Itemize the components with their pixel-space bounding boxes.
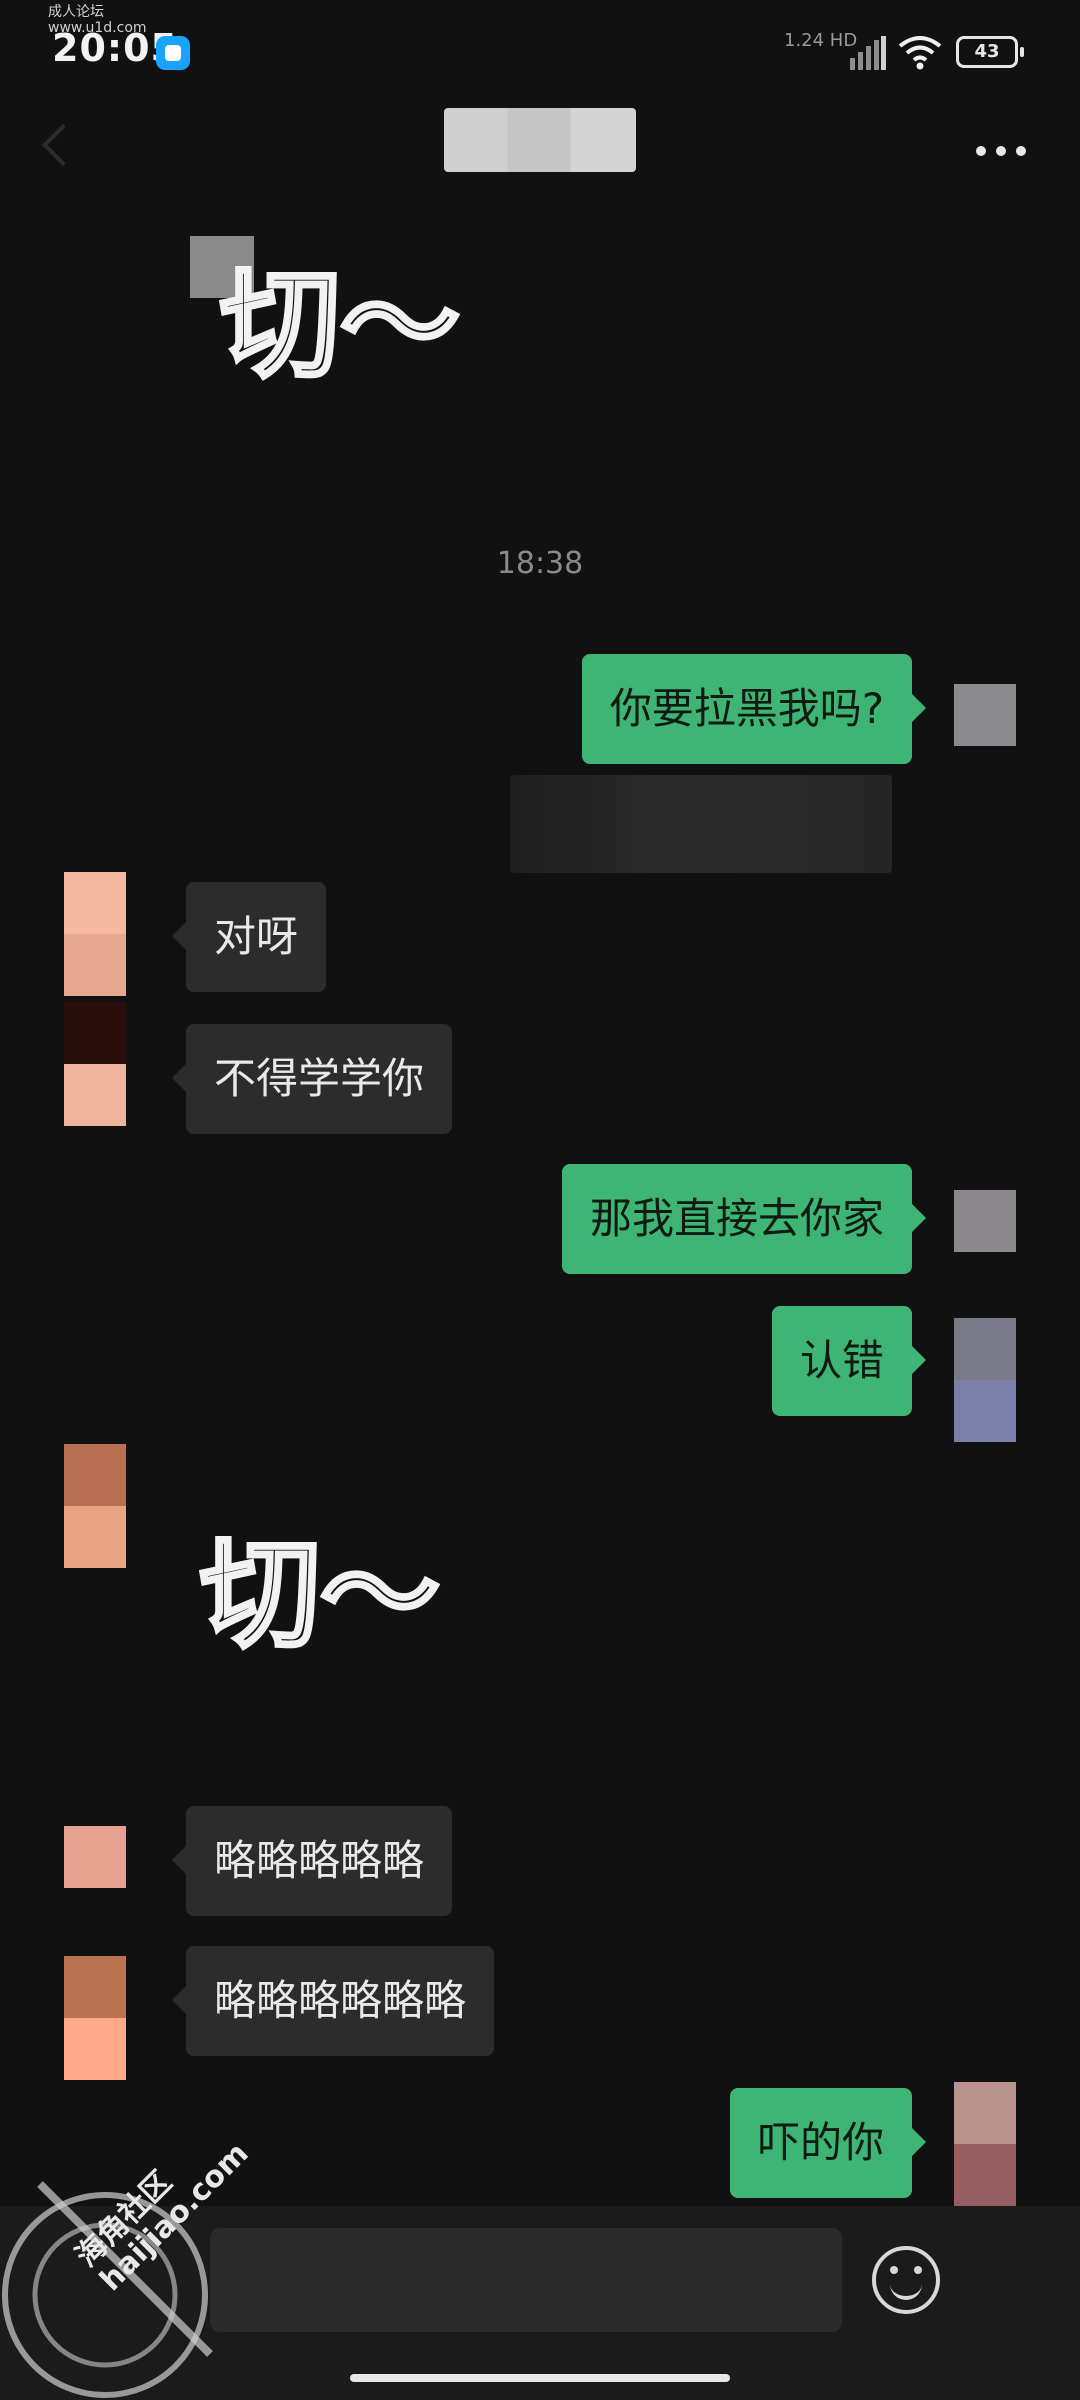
sticker-text: 切～: [198, 1522, 442, 1667]
battery-icon: 43: [956, 36, 1024, 68]
my-avatar[interactable]: [954, 684, 1016, 746]
back-arrow-icon[interactable]: [41, 123, 85, 167]
message-bubble-out[interactable]: 吓的你: [729, 2088, 927, 2198]
sticker-message[interactable]: 切～: [218, 250, 462, 400]
message-bubble-in[interactable]: 略略略略略: [171, 1806, 453, 1916]
message-bubble-in[interactable]: 不得学学你: [171, 1024, 453, 1134]
message-bubble-out[interactable]: 认错: [771, 1306, 927, 1416]
chat-title-redacted: [444, 108, 636, 172]
battery-level: 43: [974, 41, 1000, 62]
my-avatar[interactable]: [954, 2082, 1016, 2206]
contact-avatar[interactable]: [64, 1826, 126, 1888]
message-input[interactable]: [210, 2228, 842, 2332]
wifi-icon: [898, 36, 942, 70]
sticker-text: 切～: [218, 252, 462, 397]
watermark-top-line1: 成人论坛: [48, 4, 104, 20]
message-timestamp: 18:38: [496, 546, 584, 581]
more-dots-icon[interactable]: [976, 146, 1032, 160]
contact-avatar[interactable]: [64, 1444, 126, 1568]
notification-app-icon: [156, 36, 190, 70]
emoji-icon[interactable]: [872, 2246, 940, 2314]
contact-avatar[interactable]: [64, 872, 126, 996]
home-indicator[interactable]: [350, 2374, 730, 2382]
my-avatar[interactable]: [954, 1318, 1016, 1442]
my-avatar[interactable]: [954, 1190, 1016, 1252]
contact-avatar[interactable]: [64, 1956, 126, 2080]
message-bubble-in[interactable]: 略略略略略略: [171, 1946, 495, 2056]
redacted-message: [510, 775, 892, 873]
message-bubble-out[interactable]: 你要拉黑我吗?: [581, 654, 927, 764]
contact-avatar[interactable]: [64, 1002, 126, 1126]
sticker-message[interactable]: 切～: [198, 1520, 442, 1670]
network-speed: 1.24 HD: [784, 30, 858, 51]
message-bubble-out[interactable]: 那我直接去你家: [561, 1164, 927, 1274]
message-bubble-in[interactable]: 对呀: [171, 882, 327, 992]
signal-icon: [850, 36, 886, 70]
